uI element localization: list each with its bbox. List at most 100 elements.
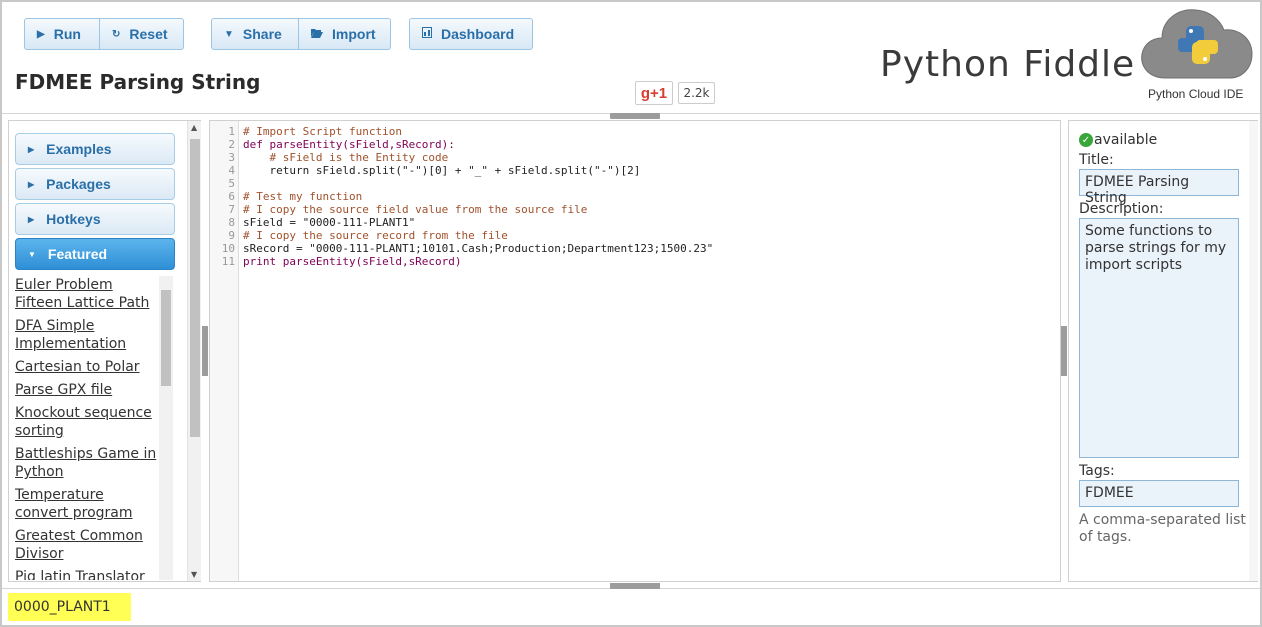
code-line: 5 bbox=[210, 177, 1060, 190]
featured-item[interactable]: Euler Problem Fifteen Lattice Path bbox=[15, 276, 157, 312]
sidebar-featured[interactable]: ▼ Featured bbox=[15, 238, 175, 270]
code-text: # Test my function bbox=[243, 190, 363, 203]
line-number: 8 bbox=[228, 216, 235, 229]
code-text: # I copy the source record from the file bbox=[243, 229, 508, 242]
sidebar-packages[interactable]: ▶ Packages bbox=[15, 168, 175, 200]
code-text: def parseEntity(sField,sRecord): bbox=[243, 138, 455, 151]
dashboard-group: Dashboard bbox=[409, 18, 533, 50]
check-circle-icon: ✓ bbox=[1079, 133, 1093, 147]
top-resize-handle[interactable] bbox=[610, 113, 660, 119]
code-line: 3 # sField is the Entity code bbox=[210, 151, 1060, 164]
reset-button[interactable]: ↻ Reset bbox=[99, 19, 183, 49]
tags-field[interactable]: FDMEE bbox=[1079, 480, 1239, 507]
title-label: Title: bbox=[1079, 152, 1114, 168]
dashboard-button[interactable]: Dashboard bbox=[410, 19, 526, 49]
sidebar-featured-label: Featured bbox=[47, 246, 108, 262]
share-button[interactable]: ▼ Share bbox=[212, 19, 298, 49]
code-text: # sField is the Entity code bbox=[243, 151, 449, 164]
line-number: 9 bbox=[228, 229, 235, 242]
status-text: available bbox=[1094, 132, 1158, 148]
code-line: 1 # Import Script function bbox=[210, 125, 1060, 138]
code-text: return sField.split("-")[0] + "_" + sFie… bbox=[243, 164, 641, 177]
details-panel: ✓ available Title: FDMEE Parsing String … bbox=[1068, 120, 1258, 582]
line-number: 5 bbox=[228, 177, 235, 190]
sidebar-scrollbar-thumb[interactable] bbox=[190, 139, 200, 437]
chevron-right-icon: ▶ bbox=[28, 144, 35, 154]
line-number: 10 bbox=[221, 242, 235, 255]
bottom-resize-handle[interactable] bbox=[610, 583, 660, 589]
python-cloud-logo bbox=[1141, 9, 1253, 79]
share-import-group: ▼ Share Import bbox=[211, 18, 391, 50]
chevron-right-icon: ▶ bbox=[28, 179, 35, 189]
run-label: Run bbox=[53, 26, 81, 42]
sidebar-hotkeys-label: Hotkeys bbox=[46, 211, 101, 227]
import-button[interactable]: Import bbox=[298, 19, 390, 49]
sidebar-packages-label: Packages bbox=[46, 176, 111, 192]
run-reset-group: ▶ Run ↻ Reset bbox=[24, 18, 184, 50]
code-line: 10 sRecord = "0000-111-PLANT1;10101.Cash;… bbox=[210, 242, 1060, 255]
code-line: 7 # I copy the source field value from th… bbox=[210, 203, 1060, 216]
featured-scrollbar[interactable] bbox=[159, 276, 173, 580]
code-line: 4 return sField.split("-")[0] + "_" + sF… bbox=[210, 164, 1060, 177]
featured-item[interactable]: Cartesian to Polar bbox=[15, 358, 157, 376]
sidebar-examples[interactable]: ▶ Examples bbox=[15, 133, 175, 165]
dashboard-label: Dashboard bbox=[441, 26, 515, 42]
line-number: 4 bbox=[228, 164, 235, 177]
gplus-button[interactable]: g+1 bbox=[635, 81, 673, 105]
code-text: # Import Script function bbox=[243, 125, 402, 138]
featured-item[interactable]: Knockout sequence sorting bbox=[15, 404, 157, 440]
code-text: print parseEntity(sField,sRecord) bbox=[243, 255, 462, 268]
tags-label: Tags: bbox=[1079, 463, 1115, 479]
featured-item[interactable]: Greatest Common Divisor bbox=[15, 527, 157, 563]
featured-item[interactable]: Battleships Game in Python bbox=[15, 445, 157, 481]
featured-scrollbar-thumb[interactable] bbox=[161, 290, 171, 386]
code-text: sRecord = "0000-111-PLANT1;10101.Cash;Pr… bbox=[243, 242, 714, 255]
sidebar: ▶ Examples ▶ Packages ▶ Hotkeys ▼ Featur… bbox=[8, 120, 201, 582]
description-field[interactable]: Some functions to parse strings for my i… bbox=[1079, 218, 1239, 458]
code-line: 9 # I copy the source record from the fil… bbox=[210, 229, 1060, 242]
code-text: sField = "0000-111-PLANT1" bbox=[243, 216, 416, 229]
line-number: 7 bbox=[228, 203, 235, 216]
scroll-up-icon[interactable]: ▲ bbox=[191, 123, 197, 132]
description-label: Description: bbox=[1079, 201, 1164, 217]
left-resize-handle[interactable] bbox=[202, 326, 208, 376]
code-lines: 1 # Import Script function 2 def parseEnti… bbox=[210, 125, 1060, 268]
code-line: 8 sField = "0000-111-PLANT1" bbox=[210, 216, 1060, 229]
scroll-down-icon[interactable]: ▼ bbox=[191, 570, 197, 579]
featured-item[interactable]: Parse GPX file bbox=[15, 381, 157, 399]
status: ✓ available bbox=[1079, 132, 1157, 148]
line-number: 2 bbox=[228, 138, 235, 151]
share-label: Share bbox=[242, 26, 282, 42]
line-number: 6 bbox=[228, 190, 235, 203]
line-number: 11 bbox=[221, 255, 235, 268]
play-icon: ▶ bbox=[37, 28, 45, 40]
caret-down-icon: ▼ bbox=[224, 28, 234, 40]
featured-list: Euler Problem Fifteen Lattice Path DFA S… bbox=[15, 276, 157, 580]
sidebar-scrollbar[interactable]: ▲ ▼ bbox=[187, 121, 201, 581]
reset-label: Reset bbox=[129, 26, 168, 42]
folder-open-icon bbox=[311, 28, 323, 41]
gplus-count: 2.2k bbox=[678, 82, 715, 104]
title-field[interactable]: FDMEE Parsing String bbox=[1079, 169, 1239, 206]
featured-item[interactable]: DFA Simple Implementation bbox=[15, 317, 157, 353]
featured-item[interactable]: Pig latin Translator bbox=[15, 568, 157, 580]
import-label: Import bbox=[332, 26, 376, 42]
code-line: 2 def parseEntity(sField,sRecord): bbox=[210, 138, 1060, 151]
chevron-right-icon: ▶ bbox=[28, 214, 35, 224]
line-number: 1 bbox=[228, 125, 235, 138]
details-scrollbar[interactable] bbox=[1249, 121, 1258, 581]
code-line: 6 # Test my function bbox=[210, 190, 1060, 203]
sidebar-examples-label: Examples bbox=[46, 141, 112, 157]
featured-item[interactable]: Temperature convert program bbox=[15, 486, 157, 522]
tags-hint: A comma-separated list of tags. bbox=[1079, 512, 1246, 545]
refresh-icon: ↻ bbox=[112, 28, 121, 40]
brand-subtitle: Python Cloud IDE bbox=[1148, 87, 1244, 101]
right-resize-handle[interactable] bbox=[1061, 326, 1067, 376]
code-editor[interactable]: 1 # Import Script function 2 def parseEnti… bbox=[209, 120, 1061, 582]
brand-name: Python Fiddle bbox=[880, 44, 1136, 85]
run-button[interactable]: ▶ Run bbox=[25, 19, 99, 49]
sidebar-hotkeys[interactable]: ▶ Hotkeys bbox=[15, 203, 175, 235]
page-title: FDMEE Parsing String bbox=[15, 70, 261, 94]
dashboard-icon bbox=[422, 27, 432, 41]
code-text: # I copy the source field value from the… bbox=[243, 203, 588, 216]
